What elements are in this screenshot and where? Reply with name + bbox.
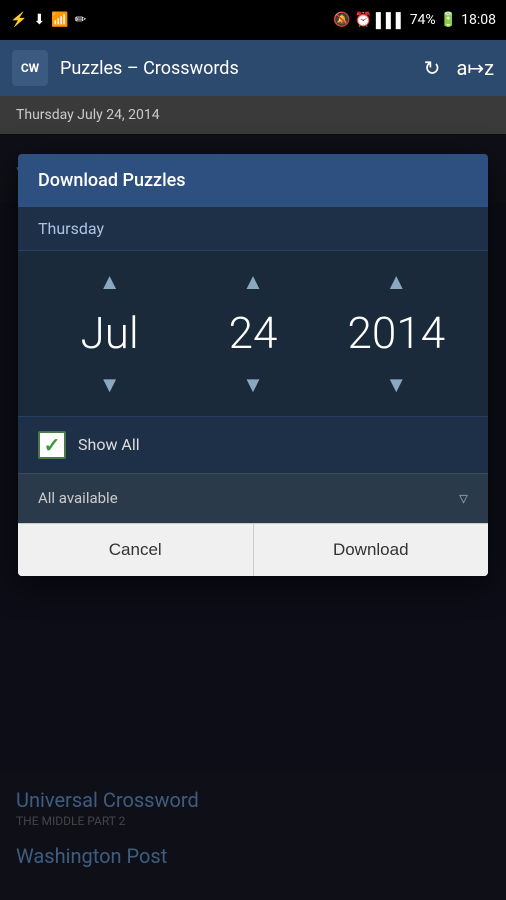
date-bar: Thursday July 24, 2014 <box>0 96 506 134</box>
day-col-down: ▼ <box>193 370 313 400</box>
dialog-overlay: Download Puzzles Thursday ▲ ▲ ▲ J <box>0 134 506 900</box>
month-up-button[interactable]: ▲ <box>75 267 145 297</box>
refresh-icon[interactable]: ↻ <box>424 56 441 80</box>
dialog-buttons: Cancel Download <box>18 523 488 576</box>
down-arrows-row: ▼ ▼ ▼ <box>18 364 488 406</box>
all-available-label: All available <box>38 489 118 507</box>
day-down-button[interactable]: ▼ <box>218 370 288 400</box>
title-bar: CW Puzzles – Crosswords ↻ a↦z <box>0 40 506 96</box>
year-up-button[interactable]: ▲ <box>361 267 431 297</box>
cancel-button[interactable]: Cancel <box>18 524 254 576</box>
title-actions: ↻ a↦z <box>424 56 494 80</box>
signal-bars-icon: ▌▌▌ <box>376 12 406 29</box>
app-icon: CW <box>12 50 48 86</box>
all-available-row[interactable]: All available ▿ <box>18 473 488 523</box>
wifi-icon: 📶 <box>51 12 68 28</box>
mute-icon: 🔕 <box>333 12 350 28</box>
battery-icon: 🔋 <box>440 12 457 28</box>
show-all-checkbox[interactable]: ✓ <box>38 431 66 459</box>
show-all-row[interactable]: ✓ Show All <box>18 416 488 473</box>
scroll-indicator-icon: ▿ <box>459 488 468 509</box>
dialog-title: Download Puzzles <box>38 170 186 191</box>
day-up-button[interactable]: ▲ <box>218 267 288 297</box>
day-value: 24 <box>193 307 313 360</box>
download-icon: ⬇ <box>33 12 45 28</box>
month-down-button[interactable]: ▼ <box>75 370 145 400</box>
show-all-label: Show All <box>78 435 140 454</box>
month-value: Jul <box>50 307 170 360</box>
year-value: 2014 <box>336 307 456 360</box>
year-col: ▲ <box>336 267 456 297</box>
alarm-icon: ⏰ <box>354 12 371 28</box>
year-down-button[interactable]: ▼ <box>361 370 431 400</box>
status-bar: ⚡ ⬇ 📶 ✏ 🔕 ⏰ ▌▌▌ 74% 🔋 18:08 <box>0 0 506 40</box>
status-icons-right: 🔕 ⏰ ▌▌▌ 74% 🔋 18:08 <box>333 12 496 29</box>
values-row: Jul 24 2014 <box>18 303 488 364</box>
day-col: ▲ <box>193 267 313 297</box>
checkmark-icon: ✓ <box>44 433 61 457</box>
month-col-down: ▼ <box>50 370 170 400</box>
dialog-header: Download Puzzles <box>18 154 488 207</box>
current-date: Thursday July 24, 2014 <box>16 107 160 123</box>
app-title: Puzzles – Crosswords <box>60 58 412 79</box>
download-button[interactable]: Download <box>254 524 489 576</box>
year-col-down: ▼ <box>336 370 456 400</box>
up-arrows-row: ▲ ▲ ▲ <box>18 261 488 303</box>
month-col: ▲ <box>50 267 170 297</box>
clock: 18:08 <box>461 12 496 28</box>
usb-icon: ⚡ <box>10 12 27 28</box>
status-icons-left: ⚡ ⬇ 📶 ✏ <box>10 12 86 28</box>
edit-icon: ✏ <box>75 12 87 28</box>
sort-icon[interactable]: a↦z <box>456 56 494 80</box>
day-label: Thursday <box>18 207 488 251</box>
battery-percentage: 74% <box>410 12 436 28</box>
date-picker: ▲ ▲ ▲ Jul 24 2014 ▼ <box>18 251 488 416</box>
download-dialog: Download Puzzles Thursday ▲ ▲ ▲ J <box>18 154 488 576</box>
